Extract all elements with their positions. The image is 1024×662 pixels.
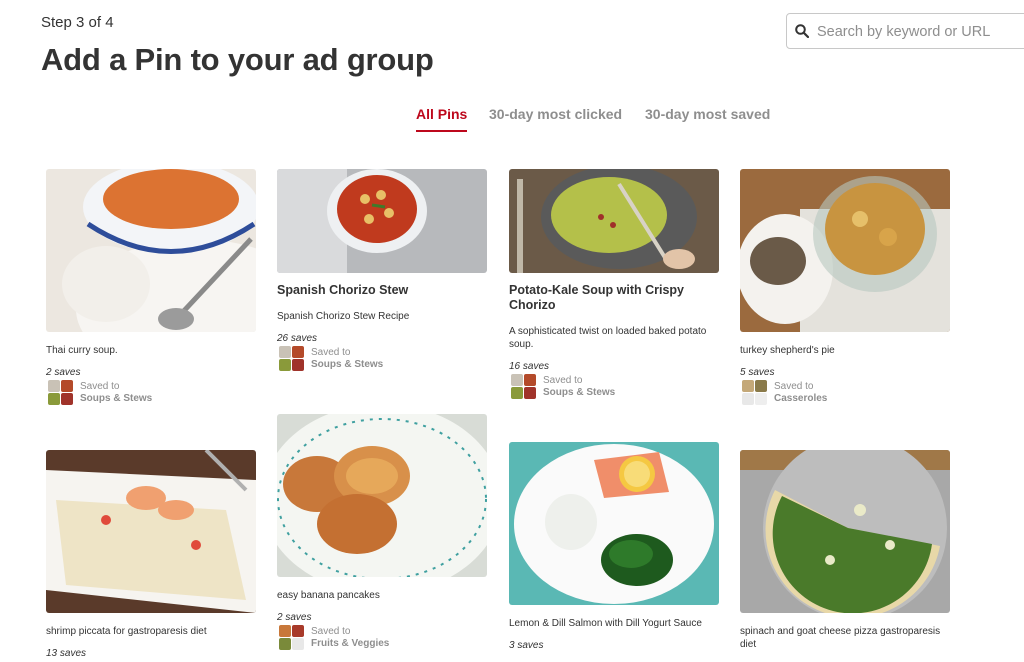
tab-all-pins[interactable]: All Pins — [416, 106, 468, 132]
pin-card[interactable]: Potato-Kale Soup with Crispy Chorizo A s… — [509, 169, 719, 399]
pin-image[interactable] — [740, 169, 950, 332]
board-thumbnails — [279, 346, 305, 372]
pin-saves: 26 saves — [277, 333, 318, 344]
board-thumbnails — [279, 625, 305, 651]
pin-description: A sophisticated twist on loaded baked po… — [509, 326, 707, 350]
pin-image[interactable] — [509, 169, 719, 273]
saved-to-board: Saved to Fruits & Veggies — [277, 624, 487, 650]
pin-image[interactable] — [740, 450, 950, 613]
pin-saves: 5 saves — [740, 367, 775, 378]
pin-card[interactable]: Spanish Chorizo Stew Spanish Chorizo Ste… — [277, 169, 487, 371]
pin-description: Thai curry soup. — [46, 345, 118, 356]
search-input[interactable] — [817, 21, 1024, 43]
board-thumbnails — [48, 380, 74, 406]
pin-description: Lemon & Dill Salmon with Dill Yogurt Sau… — [509, 618, 702, 629]
pin-filter-tabs: All Pins 30-day most clicked 30-day most… — [0, 106, 1024, 134]
pin-title: Potato-Kale Soup with Crispy Chorizo — [509, 283, 685, 312]
pin-image[interactable] — [509, 442, 719, 605]
tab-30-day-most-saved[interactable]: 30-day most saved — [645, 106, 770, 132]
board-name[interactable]: Soups & Stews — [80, 393, 152, 404]
pin-image[interactable] — [46, 169, 256, 332]
pin-image[interactable] — [277, 414, 487, 577]
board-name[interactable]: Casseroles — [774, 393, 827, 404]
pin-card[interactable]: turkey shepherd's pie 5 saves Saved to C… — [740, 169, 950, 405]
saved-to-label: Saved to — [543, 375, 583, 386]
board-name[interactable]: Fruits & Veggies — [311, 638, 389, 649]
saved-to-label: Saved to — [311, 347, 351, 358]
pin-saves: 2 saves — [277, 612, 312, 623]
saved-to-label: Saved to — [774, 381, 814, 392]
tab-30-day-most-clicked[interactable]: 30-day most clicked — [489, 106, 622, 132]
pin-description: easy banana pancakes — [277, 590, 380, 601]
pin-title: Spanish Chorizo Stew — [277, 283, 409, 297]
search-icon — [795, 24, 809, 38]
pin-card[interactable]: Lemon & Dill Salmon with Dill Yogurt Sau… — [509, 442, 719, 651]
board-name[interactable]: Soups & Stews — [311, 359, 383, 370]
pin-saves: 2 saves — [46, 367, 81, 378]
saved-to-board: Saved to Soups & Stews — [509, 373, 719, 399]
saved-to-board: Saved to Casseroles — [740, 379, 950, 405]
saved-to-label: Saved to — [311, 626, 351, 637]
pin-saves: 3 saves — [509, 640, 544, 651]
pin-description: Spanish Chorizo Stew Recipe — [277, 311, 410, 322]
pin-description: shrimp piccata for gastroparesis diet — [46, 626, 207, 637]
board-thumbnails — [511, 374, 537, 400]
step-indicator: Step 3 of 4 — [41, 14, 114, 31]
pin-card[interactable]: spinach and goat cheese pizza gastropare… — [740, 450, 950, 651]
pin-saves: 16 saves — [509, 361, 550, 372]
saved-to-label: Saved to — [80, 381, 120, 392]
pin-image[interactable] — [46, 450, 256, 613]
pin-image[interactable] — [277, 169, 487, 273]
saved-to-board: Saved to Soups & Stews — [46, 379, 256, 405]
pin-description: spinach and goat cheese pizza gastropare… — [740, 626, 941, 650]
board-thumbnails — [742, 380, 768, 406]
saved-to-board: Saved to Soups & Stews — [277, 345, 487, 371]
pin-card[interactable]: shrimp piccata for gastroparesis diet 13… — [46, 450, 256, 659]
pin-saves: 13 saves — [46, 648, 87, 659]
board-name[interactable]: Soups & Stews — [543, 387, 615, 398]
pin-card[interactable]: Thai curry soup. 2 saves Saved to Soups … — [46, 169, 256, 405]
pin-card[interactable]: easy banana pancakes 2 saves Saved to Fr… — [277, 414, 487, 650]
pin-description: turkey shepherd's pie — [740, 345, 835, 356]
page-title: Add a Pin to your ad group — [41, 42, 434, 77]
search-box[interactable] — [786, 13, 1024, 49]
